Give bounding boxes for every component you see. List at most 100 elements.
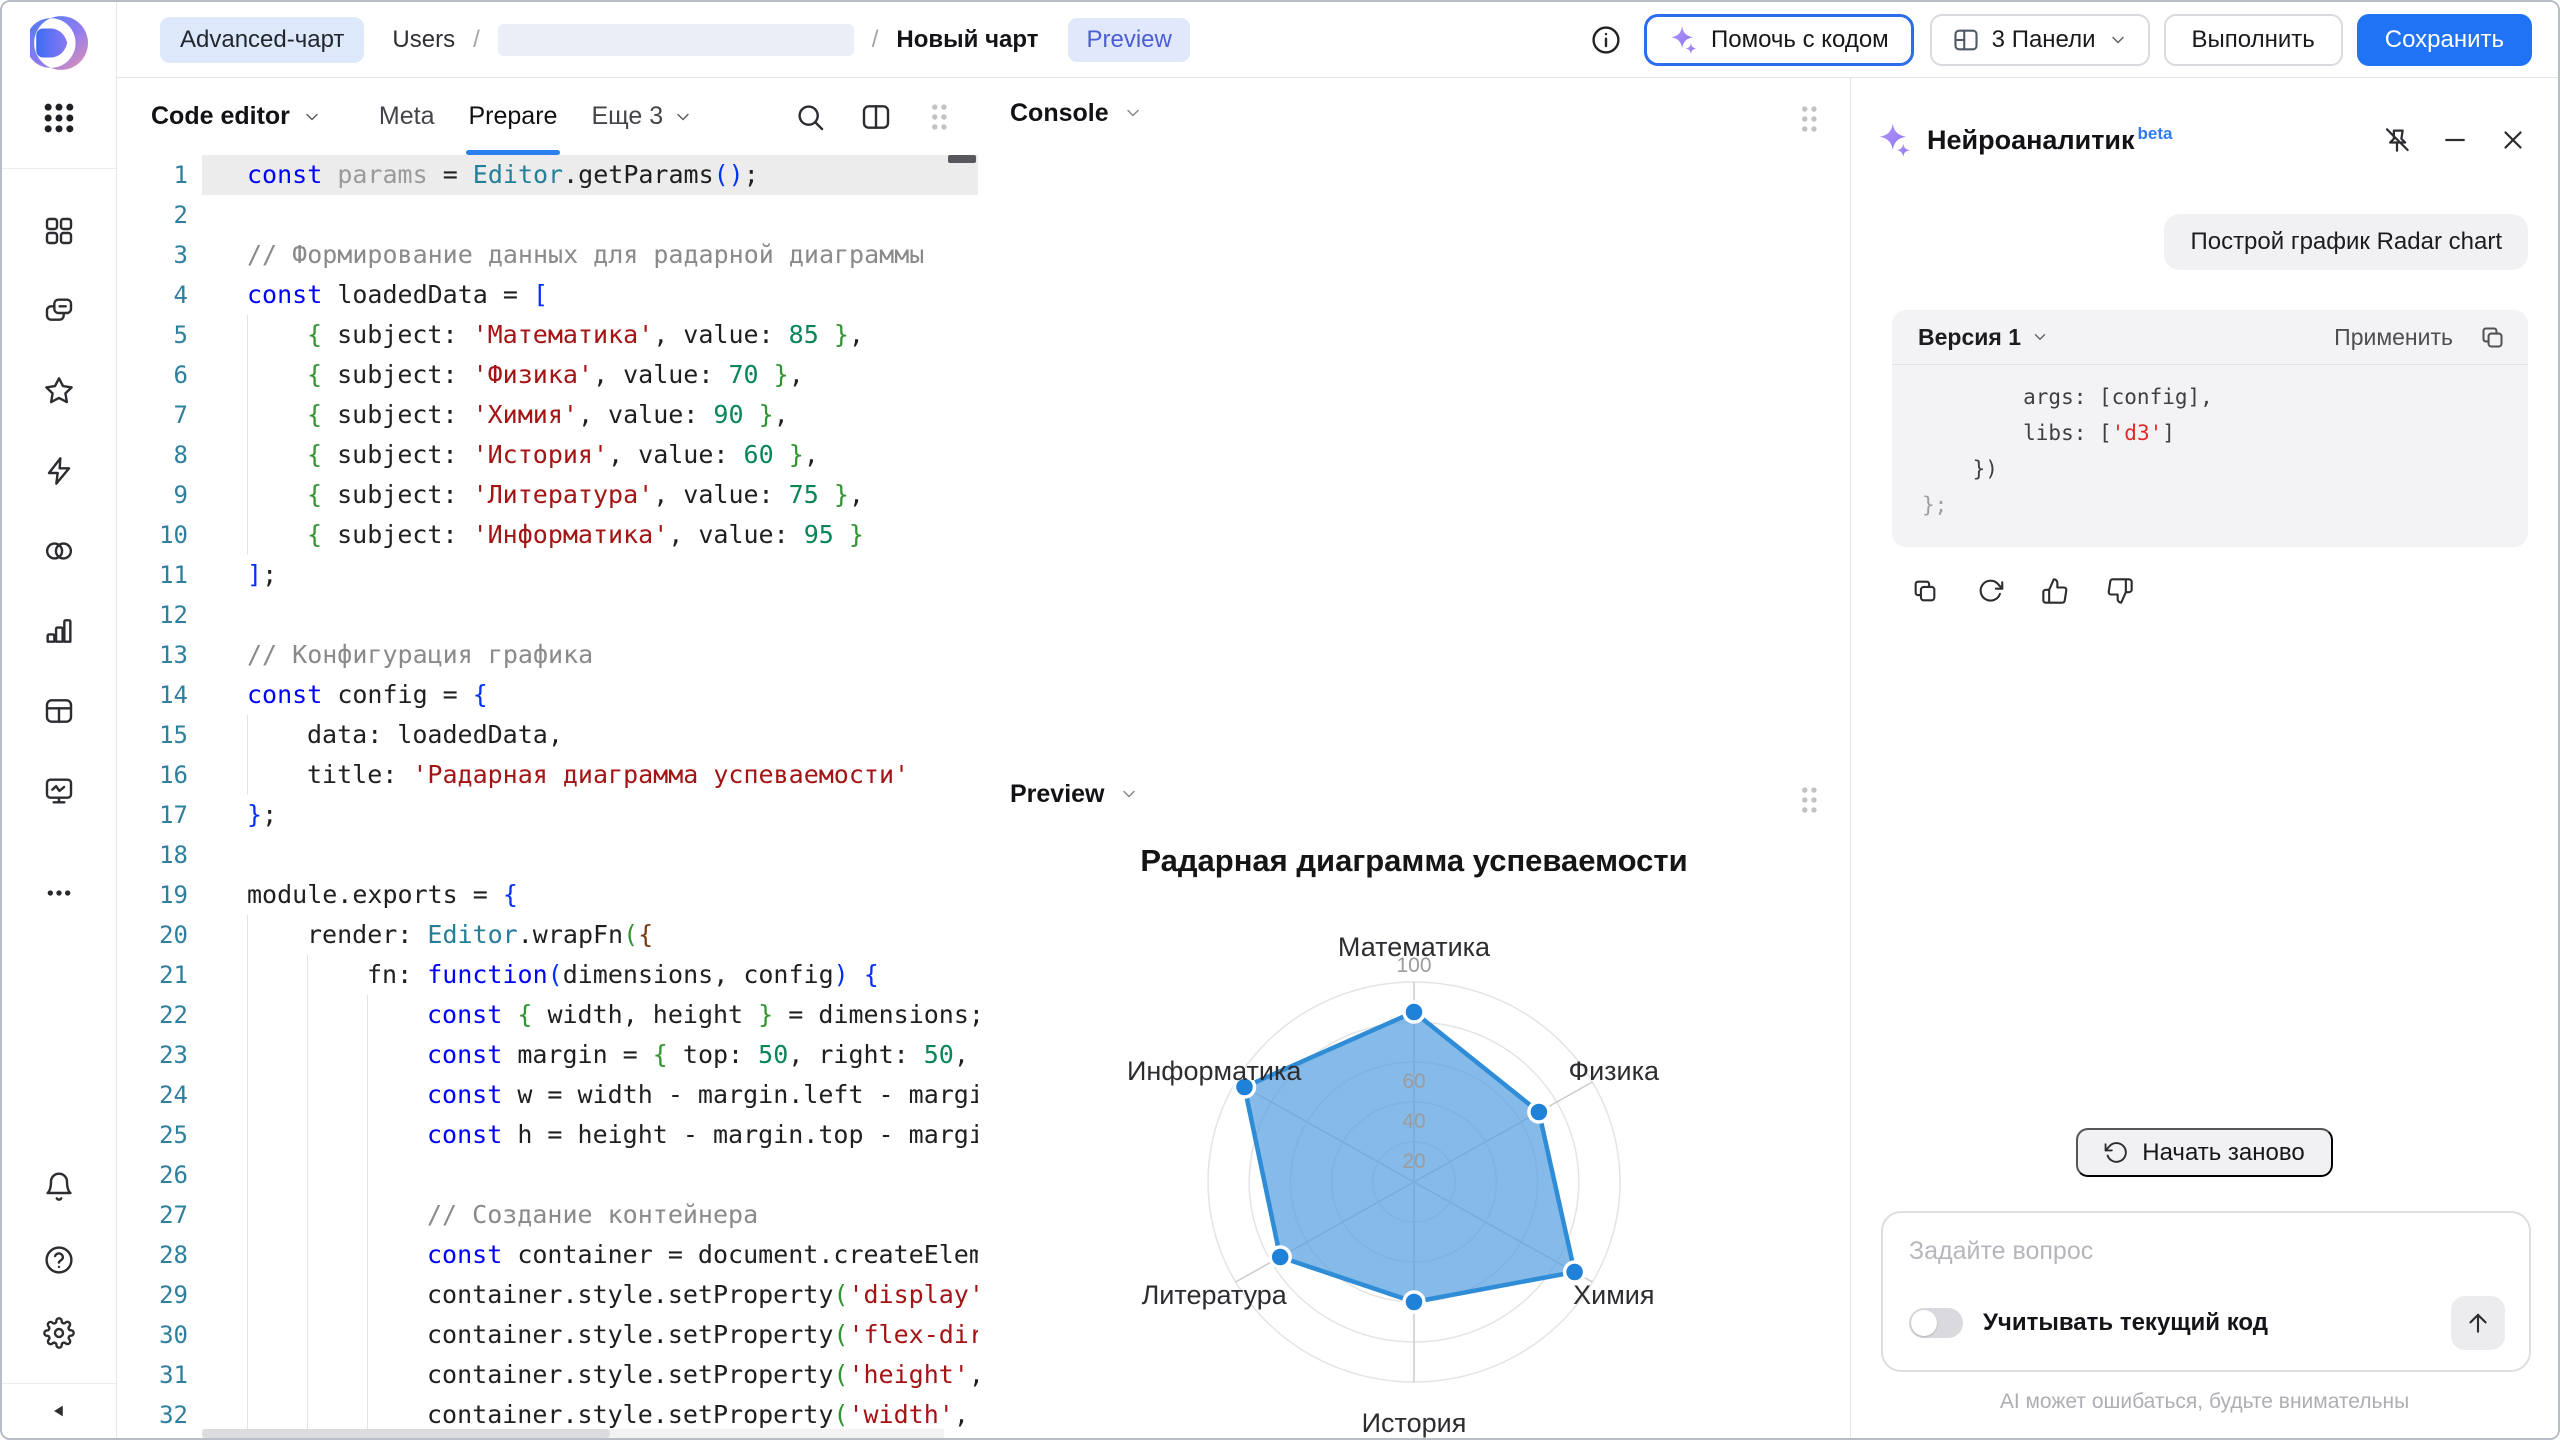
minimize-icon[interactable] <box>2440 125 2470 155</box>
help-with-code-button[interactable]: Помочь с кодом <box>1644 14 1914 66</box>
code-line[interactable]: 27// Создание контейнера <box>116 1195 978 1235</box>
table-icon <box>43 695 75 727</box>
restart-button[interactable]: Начать заново <box>2076 1128 2332 1177</box>
editor-vertical-scrollbar[interactable] <box>948 155 976 163</box>
breadcrumb-blurred-segment[interactable] <box>498 24 854 56</box>
regenerate-icon[interactable] <box>1976 577 2004 605</box>
collections-icon <box>43 295 75 327</box>
sidebar-item-connections[interactable] <box>37 449 81 493</box>
sidebar-item-collections[interactable] <box>37 289 81 333</box>
code-line[interactable]: 6{ subject: 'Физика', value: 70 }, <box>116 355 978 395</box>
code-line[interactable]: 19module.exports = { <box>116 875 978 915</box>
preview-badge: Preview <box>1068 18 1189 62</box>
sidebar-item-notifications[interactable] <box>37 1165 81 1209</box>
code-line[interactable]: 10{ subject: 'Информатика', value: 95 } <box>116 515 978 555</box>
code-line[interactable]: 25const h = height - margin.top - margin… <box>116 1115 978 1155</box>
thumbs-down-icon[interactable] <box>2106 577 2134 605</box>
save-button[interactable]: Сохранить <box>2357 14 2532 66</box>
breadcrumb-users[interactable]: Users <box>392 26 455 54</box>
apps-grid-icon[interactable] <box>39 98 79 138</box>
code-line[interactable]: 22const { width, height } = dimensions; <box>116 995 978 1035</box>
code-line[interactable]: 9{ subject: 'Литература', value: 75 }, <box>116 475 978 515</box>
console-title: Console <box>1010 99 1109 128</box>
code-line[interactable]: 28const container = document.createEleme… <box>116 1235 978 1275</box>
code-line[interactable]: 5{ subject: 'Математика', value: 85 }, <box>116 315 978 355</box>
code-line[interactable]: 14const config = { <box>116 675 978 715</box>
drag-handle-icon[interactable] <box>1796 102 1822 136</box>
code-line[interactable]: 7{ subject: 'Химия', value: 90 }, <box>116 395 978 435</box>
chevron-down-icon[interactable] <box>1123 103 1143 123</box>
code-line[interactable]: 26 <box>116 1155 978 1195</box>
editor-tab-1[interactable]: Prepare <box>452 78 575 155</box>
editor-tab-2[interactable]: Еще 3 <box>574 78 710 155</box>
input-placeholder: Задайте вопрос <box>1909 1237 2505 1266</box>
run-button[interactable]: Выполнить <box>2164 14 2343 66</box>
code-line[interactable]: 12 <box>116 595 978 635</box>
code-line[interactable]: 29container.style.setProperty('display',… <box>116 1275 978 1315</box>
send-button[interactable] <box>2451 1296 2505 1350</box>
sidebar-item-dashboards[interactable] <box>37 209 81 253</box>
search-icon[interactable] <box>794 101 826 133</box>
editor-tab-0[interactable]: Meta <box>362 78 452 155</box>
sidebar-item-favorites[interactable] <box>37 369 81 413</box>
restart-icon <box>2104 1140 2129 1165</box>
code-line[interactable]: 11]; <box>116 555 978 595</box>
editor-toolbar: Code editor MetaPrepareЕще 3 <box>116 78 978 155</box>
sidebar-item-help[interactable] <box>37 1238 81 1282</box>
sidebar-item-tables[interactable] <box>37 689 81 733</box>
copy-icon[interactable] <box>2479 324 2506 351</box>
sidebar-item-charts[interactable] <box>37 609 81 653</box>
chevron-down-icon[interactable] <box>1119 784 1139 804</box>
question-input[interactable]: Задайте вопрос Учитывать текущий код <box>1881 1211 2531 1372</box>
collapse-arrow-icon <box>46 1398 72 1424</box>
sidebar-divider <box>2 168 116 169</box>
code-line[interactable]: 20render: Editor.wrapFn({ <box>116 915 978 955</box>
code-line[interactable]: 30container.style.setProperty('flex-dire… <box>116 1315 978 1355</box>
code-line[interactable]: 24const w = width - margin.left - margin… <box>116 1075 978 1115</box>
sparkle-icon <box>1669 25 1699 55</box>
sidebar-item-datasets[interactable] <box>37 529 81 573</box>
close-icon[interactable] <box>2498 125 2528 155</box>
copy-icon[interactable] <box>1911 577 1939 605</box>
version-select[interactable]: Версия 1 <box>1918 324 2049 351</box>
sidebar-item-monitoring[interactable] <box>37 769 81 813</box>
sidebar-collapse-button[interactable] <box>2 1383 116 1438</box>
chevron-down-icon <box>2108 30 2128 50</box>
bars-icon <box>43 615 75 647</box>
bolt-icon <box>43 455 75 487</box>
panels-layout-button[interactable]: 3 Панели <box>1930 14 2150 66</box>
code-line[interactable]: 13// Конфигурация графика <box>116 635 978 675</box>
code-line[interactable]: 1const params = Editor.getParams(); <box>116 155 978 195</box>
datalens-logo-icon[interactable] <box>30 14 88 72</box>
code-line[interactable]: 31container.style.setProperty('height', … <box>116 1355 978 1395</box>
code-line[interactable]: 23const margin = { top: 50, right: 50, b… <box>116 1035 978 1075</box>
code-line[interactable]: 17}; <box>116 795 978 835</box>
drag-handle-icon[interactable] <box>1796 783 1822 817</box>
code-line[interactable]: 16title: 'Радарная диаграмма успеваемост… <box>116 755 978 795</box>
thumbs-up-icon[interactable] <box>2041 577 2069 605</box>
unpin-icon[interactable] <box>2382 125 2412 155</box>
code-line[interactable]: 8{ subject: 'История', value: 60 }, <box>116 435 978 475</box>
product-badge[interactable]: Advanced-чарт <box>160 17 364 63</box>
drag-handle-icon[interactable] <box>926 100 952 134</box>
code-line[interactable]: 15data: loadedData, <box>116 715 978 755</box>
code-lines[interactable]: 1const params = Editor.getParams();23// … <box>116 155 978 1435</box>
editor-mode-select[interactable]: Code editor <box>151 78 322 155</box>
grid-icon <box>43 215 75 247</box>
chevron-down-icon <box>673 107 693 127</box>
code-line[interactable]: 21fn: function(dimensions, config) { <box>116 955 978 995</box>
sidebar-item-more[interactable] <box>37 871 81 915</box>
code-line[interactable]: 3// Формирование данных для радарной диа… <box>116 235 978 275</box>
context-toggle-label: Учитывать текущий код <box>1983 1309 2268 1337</box>
split-view-icon[interactable] <box>860 101 892 133</box>
context-toggle[interactable] <box>1909 1308 1963 1338</box>
code-line[interactable]: 2 <box>116 195 978 235</box>
assistant-code-block[interactable]: args: [config], libs: ['d3'] })}; <box>1892 365 2528 547</box>
editor-horizontal-scrollbar[interactable] <box>202 1429 944 1438</box>
apply-button[interactable]: Применить <box>2334 324 2453 351</box>
code-line[interactable]: 4const loadedData = [ <box>116 275 978 315</box>
sidebar <box>2 2 117 1438</box>
info-icon[interactable] <box>1590 24 1622 56</box>
sidebar-item-settings[interactable] <box>37 1311 81 1355</box>
code-line[interactable]: 18 <box>116 835 978 875</box>
